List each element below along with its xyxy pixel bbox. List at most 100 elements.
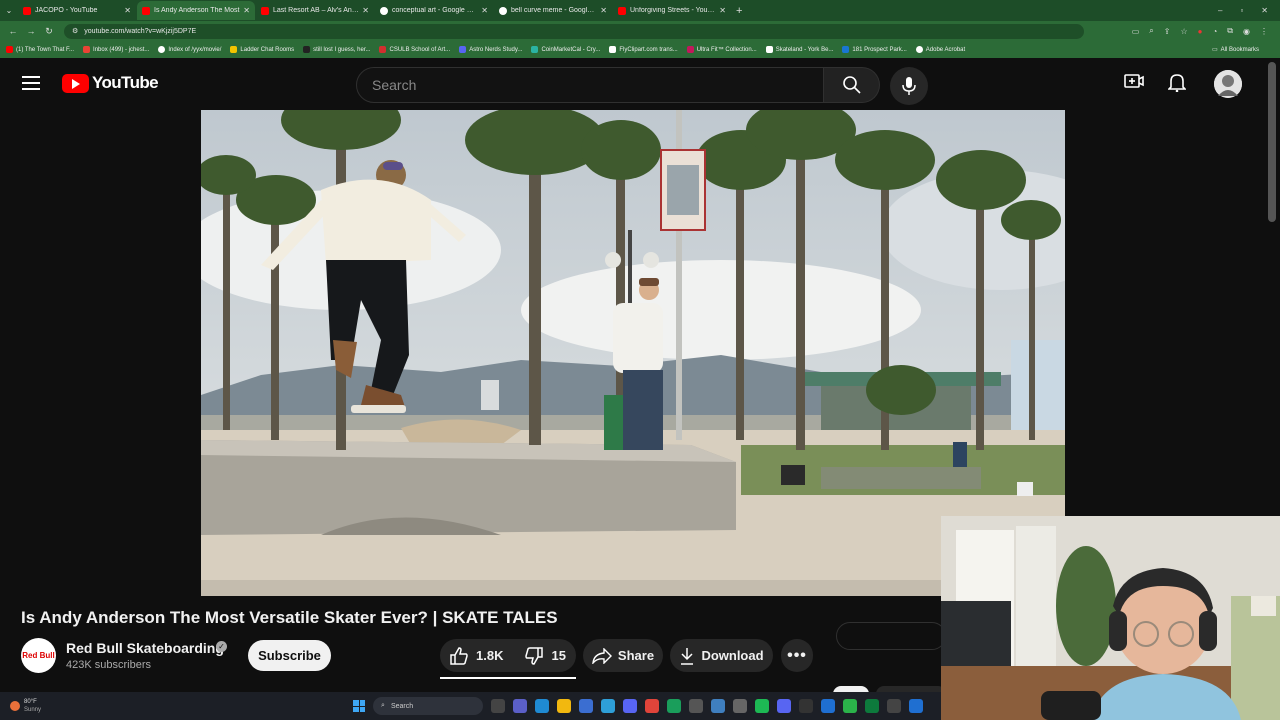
zoom-icon[interactable]: ⌕ <box>1149 26 1153 36</box>
app-icon[interactable] <box>667 699 682 713</box>
search-button[interactable] <box>824 67 880 103</box>
tab-search-icon[interactable]: ⌄ <box>0 2 18 20</box>
bookmark-item[interactable]: CoinMarketCal - Cry... <box>531 46 600 53</box>
share-page-icon[interactable]: ⇪ <box>1164 27 1171 36</box>
extension-icon[interactable]: ● <box>1198 27 1203 36</box>
channel-name[interactable]: Red Bull Skateboarding <box>66 640 224 656</box>
weather-widget[interactable]: 80°F Sunny <box>0 698 41 714</box>
bookmark-item[interactable]: Ultra Fit™ Collection... <box>686 46 757 53</box>
video-frame-image <box>201 110 1065 596</box>
browser-tab[interactable]: conceptual art - Google Search✕ <box>375 1 493 20</box>
more-actions-button[interactable]: ••• <box>781 639 813 672</box>
like-button[interactable]: 1.8K <box>440 639 515 672</box>
terminal-icon[interactable] <box>799 699 814 713</box>
browser-tab[interactable]: Last Resort AB – Alv's Angels ✕ <box>256 1 374 20</box>
browser-tab[interactable]: bell curve meme - Google Sear✕ <box>494 1 612 20</box>
close-window-icon[interactable]: ✕ <box>1261 6 1268 15</box>
account-avatar[interactable] <box>1214 70 1242 98</box>
file-explorer-icon[interactable] <box>557 699 572 713</box>
app-icon[interactable] <box>887 699 902 713</box>
browser-tab-strip: ⌄ JACOPO - YouTube ✕ Is Andy Anderson The… <box>0 0 1280 21</box>
app-icon[interactable] <box>689 699 704 713</box>
close-icon[interactable]: ✕ <box>600 6 607 15</box>
youtube-play-icon <box>62 73 89 93</box>
new-tab-button[interactable]: + <box>736 5 742 17</box>
voice-search-button[interactable] <box>890 67 928 105</box>
app-icon[interactable] <box>821 699 836 713</box>
like-highlight-bar <box>440 677 576 679</box>
app-icon[interactable] <box>711 699 726 713</box>
tab-title: Is Andy Anderson The Most <box>154 7 240 14</box>
notifications-button[interactable] <box>1168 72 1186 92</box>
youtube-logo[interactable]: YouTube <box>62 73 159 93</box>
app-icon[interactable] <box>843 699 858 713</box>
bookmark-item[interactable]: Adobe Acrobat <box>915 46 966 53</box>
bookmark-item[interactable]: Ladder Chat Rooms <box>230 46 294 53</box>
maximize-icon[interactable]: ▫ <box>1240 6 1243 15</box>
site-info-icon[interactable]: ⚙ <box>72 27 78 35</box>
bookmark-item[interactable]: 181 Prospect Park... <box>842 46 907 53</box>
bookmark-icon <box>459 46 467 53</box>
bookmark-icon <box>609 46 617 53</box>
edge-icon[interactable] <box>535 699 550 713</box>
action-pill-outline[interactable] <box>836 622 946 650</box>
bookmark-label: Index of /yyx/movie/ <box>168 46 222 53</box>
taskbar-search[interactable]: ⌕ Search <box>373 697 484 715</box>
app-icon[interactable] <box>601 699 616 713</box>
close-icon[interactable]: ✕ <box>481 6 488 15</box>
extension-icon[interactable]: ◔ <box>1212 27 1217 36</box>
youtube-icon <box>618 6 626 15</box>
close-icon[interactable]: ✕ <box>124 6 131 15</box>
address-bar[interactable]: ⚙ youtube.com/watch?v=wKjzij5DP7E <box>64 23 1084 39</box>
store-icon[interactable] <box>579 699 594 713</box>
hamburger-menu-icon[interactable] <box>22 76 40 90</box>
app-icon[interactable] <box>865 699 880 713</box>
browser-tab[interactable]: JACOPO - YouTube ✕ <box>18 1 136 20</box>
profile-icon[interactable]: ◉ <box>1243 27 1250 36</box>
cast-icon[interactable]: ▭ <box>1132 27 1140 36</box>
verified-badge-icon: ✓ <box>216 641 227 652</box>
subscribe-button[interactable]: Subscribe <box>248 640 331 671</box>
download-button[interactable]: Download <box>670 639 773 672</box>
forward-icon[interactable]: → <box>22 26 40 36</box>
close-icon[interactable]: ✕ <box>362 6 369 15</box>
taskbar-search-label: Search <box>390 702 414 710</box>
search-input[interactable]: Search <box>356 67 824 103</box>
task-view-icon[interactable] <box>491 699 506 713</box>
bookmark-item[interactable]: Astro Nerds Study... <box>459 46 522 53</box>
video-player[interactable] <box>201 110 1065 596</box>
discord-icon[interactable] <box>623 699 638 713</box>
close-icon[interactable]: ✕ <box>243 6 250 15</box>
extensions-puzzle-icon[interactable]: ⧉ <box>1227 26 1233 36</box>
bookmark-item[interactable]: CSULB School of Art... <box>379 46 450 53</box>
tab-title: JACOPO - YouTube <box>35 7 98 14</box>
app-icon[interactable] <box>909 699 924 713</box>
discord-icon[interactable] <box>777 699 792 713</box>
browser-tab[interactable]: Unforgiving Streets - YouTube ✕ <box>613 1 731 20</box>
minimize-icon[interactable]: – <box>1218 6 1222 15</box>
all-bookmarks-button[interactable]: ▭ All Bookmarks <box>1212 46 1271 54</box>
bookmark-item[interactable]: Skateland - York Be... <box>765 46 833 53</box>
create-button[interactable] <box>1124 72 1144 90</box>
share-button[interactable]: Share <box>583 639 663 672</box>
chrome-menu-icon[interactable]: ⋮ <box>1260 27 1268 36</box>
chrome-icon[interactable] <box>645 699 660 713</box>
teams-icon[interactable] <box>513 699 528 713</box>
bookmark-item[interactable]: Index of /yyx/movie/ <box>158 46 221 53</box>
page-scrollbar[interactable] <box>1268 62 1276 222</box>
bookmark-item[interactable]: FlyClipart.com trans... <box>609 46 678 53</box>
bookmark-star-icon[interactable]: ☆ <box>1180 27 1187 36</box>
bookmark-item[interactable]: Inbox (499) - jchest... <box>83 46 149 53</box>
bookmark-label: Adobe Acrobat <box>925 46 966 53</box>
dislike-button[interactable]: 15 <box>515 639 577 672</box>
close-icon[interactable]: ✕ <box>719 6 726 15</box>
spotify-icon[interactable] <box>755 699 770 713</box>
bookmark-item[interactable]: (1) The Town That F... <box>6 46 74 53</box>
reload-icon[interactable]: ↻ <box>40 26 58 37</box>
bookmark-item[interactable]: still lost I guess, her... <box>303 46 370 53</box>
browser-tab-active[interactable]: Is Andy Anderson The Most ✕ <box>137 1 255 20</box>
back-icon[interactable]: ← <box>4 26 22 36</box>
settings-icon[interactable] <box>733 699 748 713</box>
channel-avatar[interactable]: Red Bull <box>21 638 56 673</box>
windows-start-icon[interactable] <box>353 700 366 712</box>
